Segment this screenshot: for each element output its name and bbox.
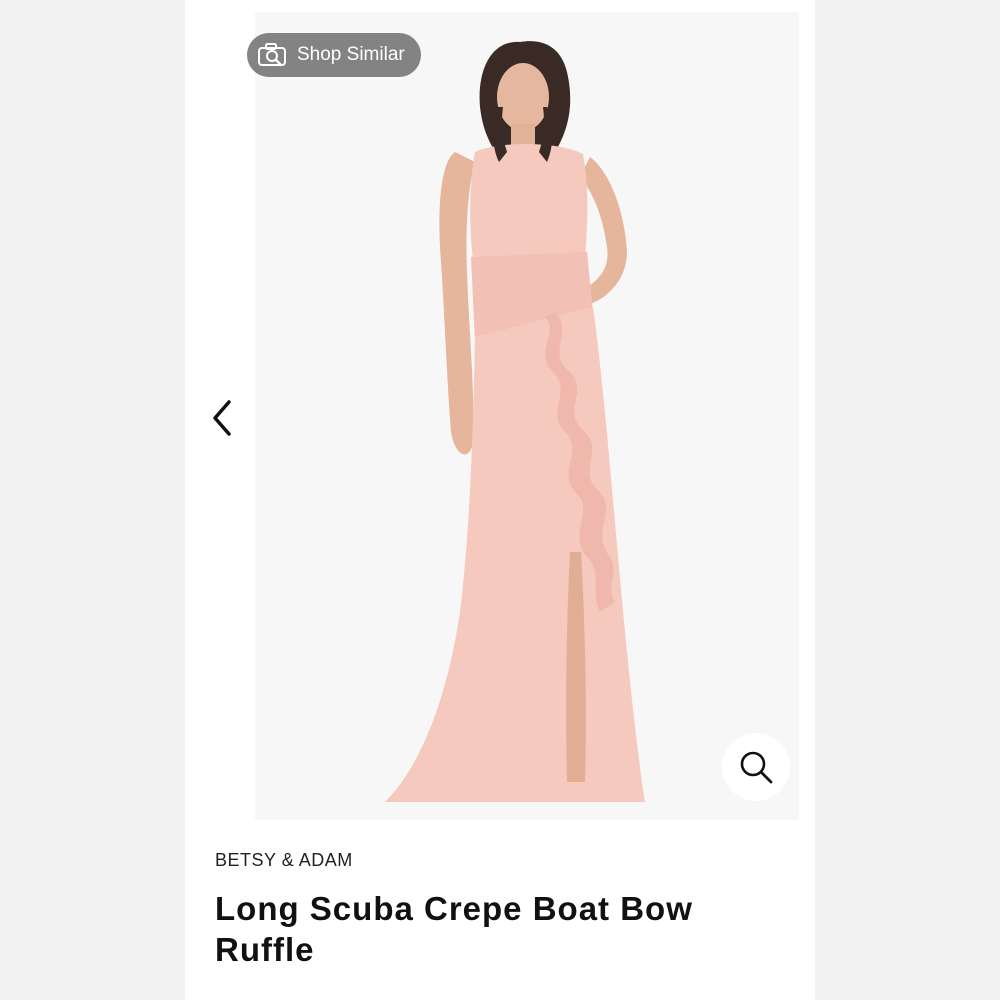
previous-image-button[interactable] [205, 398, 241, 438]
product-title: Long Scuba Crepe Boat Bow Ruffle [215, 890, 693, 968]
dress-model-illustration [385, 41, 645, 802]
camera-search-icon [258, 43, 286, 67]
shop-similar-button[interactable]: Shop Similar [247, 33, 421, 77]
product-image[interactable] [255, 12, 799, 820]
page-backdrop-right [815, 0, 1000, 1000]
brand-name[interactable]: BETSY & ADAM [215, 850, 353, 871]
page-backdrop-left [0, 0, 185, 1000]
magnifier-icon [740, 751, 773, 784]
product-card: Shop Similar BETSY & ADAM Long Scuba Cre… [185, 0, 815, 1000]
chevron-left-icon [213, 400, 231, 436]
zoom-button[interactable] [722, 733, 790, 801]
shop-similar-label: Shop Similar [297, 44, 405, 65]
